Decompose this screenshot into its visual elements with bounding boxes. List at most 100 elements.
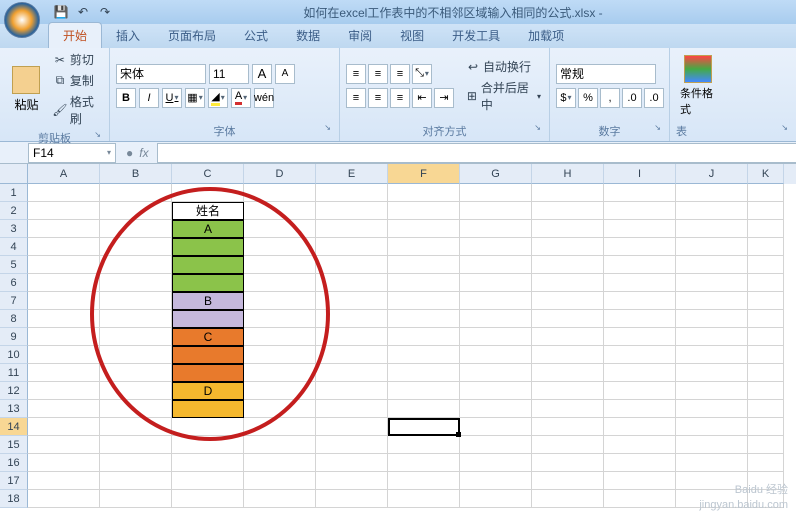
office-button[interactable] [4,2,40,38]
cell-C5[interactable] [172,256,244,274]
cell-E12[interactable] [316,382,388,400]
cell-I18[interactable] [604,490,676,508]
cell-G5[interactable] [460,256,532,274]
row-header-15[interactable]: 15 [0,436,28,454]
cell-A6[interactable] [28,274,100,292]
cell-I13[interactable] [604,400,676,418]
cell-K16[interactable] [748,454,784,472]
cell-A8[interactable] [28,310,100,328]
cell-B9[interactable] [100,328,172,346]
cell-H2[interactable] [532,202,604,220]
cell-A16[interactable] [28,454,100,472]
cell-H14[interactable] [532,418,604,436]
cell-E8[interactable] [316,310,388,328]
align-center-button[interactable]: ≡ [368,88,388,108]
cell-E15[interactable] [316,436,388,454]
cell-E14[interactable] [316,418,388,436]
cell-D16[interactable] [244,454,316,472]
cell-K3[interactable] [748,220,784,238]
cell-B16[interactable] [100,454,172,472]
cell-F12[interactable] [388,382,460,400]
cell-E1[interactable] [316,184,388,202]
row-header-7[interactable]: 7 [0,292,28,310]
fx-icon[interactable]: fx [139,146,148,160]
cell-B15[interactable] [100,436,172,454]
cell-C4[interactable] [172,238,244,256]
cell-J3[interactable] [676,220,748,238]
cell-C15[interactable] [172,436,244,454]
cell-K13[interactable] [748,400,784,418]
cell-J5[interactable] [676,256,748,274]
cell-E11[interactable] [316,364,388,382]
cell-I1[interactable] [604,184,676,202]
cell-C2[interactable]: 姓名 [172,202,244,220]
cell-H3[interactable] [532,220,604,238]
row-header-17[interactable]: 17 [0,472,28,490]
row-header-3[interactable]: 3 [0,220,28,238]
cell-I15[interactable] [604,436,676,454]
font-color-button[interactable]: A [231,88,251,108]
col-header-B[interactable]: B [100,164,172,184]
cell-D11[interactable] [244,364,316,382]
cell-G6[interactable] [460,274,532,292]
cell-H10[interactable] [532,346,604,364]
cell-B2[interactable] [100,202,172,220]
cell-E7[interactable] [316,292,388,310]
cell-D9[interactable] [244,328,316,346]
tab-review[interactable]: 审阅 [334,23,386,48]
tab-formulas[interactable]: 公式 [230,23,282,48]
cell-J4[interactable] [676,238,748,256]
cell-C11[interactable] [172,364,244,382]
cell-G3[interactable] [460,220,532,238]
cell-K2[interactable] [748,202,784,220]
cell-F14[interactable] [388,418,460,436]
cell-F3[interactable] [388,220,460,238]
cell-D18[interactable] [244,490,316,508]
tab-developer[interactable]: 开发工具 [438,23,514,48]
cell-F1[interactable] [388,184,460,202]
cell-F17[interactable] [388,472,460,490]
cell-B4[interactable] [100,238,172,256]
row-header-6[interactable]: 6 [0,274,28,292]
cell-J7[interactable] [676,292,748,310]
merge-center-button[interactable]: ⊞合并后居中▾ [464,78,543,114]
cell-E5[interactable] [316,256,388,274]
cell-E9[interactable] [316,328,388,346]
cell-D1[interactable] [244,184,316,202]
cell-J8[interactable] [676,310,748,328]
cell-E6[interactable] [316,274,388,292]
cell-I14[interactable] [604,418,676,436]
cell-G11[interactable] [460,364,532,382]
row-header-1[interactable]: 1 [0,184,28,202]
cell-G15[interactable] [460,436,532,454]
cell-E17[interactable] [316,472,388,490]
cell-H12[interactable] [532,382,604,400]
cell-E3[interactable] [316,220,388,238]
align-right-button[interactable]: ≡ [390,88,410,108]
fill-color-button[interactable]: ◢ [208,88,228,108]
cell-D6[interactable] [244,274,316,292]
cell-H13[interactable] [532,400,604,418]
cell-G1[interactable] [460,184,532,202]
cell-A7[interactable] [28,292,100,310]
cell-H5[interactable] [532,256,604,274]
cell-I4[interactable] [604,238,676,256]
cell-H11[interactable] [532,364,604,382]
cell-F8[interactable] [388,310,460,328]
row-header-9[interactable]: 9 [0,328,28,346]
cell-A11[interactable] [28,364,100,382]
cell-A5[interactable] [28,256,100,274]
cell-B12[interactable] [100,382,172,400]
save-icon[interactable]: 💾 [52,3,70,21]
cell-H17[interactable] [532,472,604,490]
cell-J11[interactable] [676,364,748,382]
tab-view[interactable]: 视图 [386,23,438,48]
cell-C3[interactable]: A [172,220,244,238]
cell-C8[interactable] [172,310,244,328]
number-format-combo[interactable] [556,64,656,84]
cell-E18[interactable] [316,490,388,508]
cell-H16[interactable] [532,454,604,472]
conditional-format-button[interactable]: 条件格式 [676,50,720,121]
col-header-G[interactable]: G [460,164,532,184]
cell-E16[interactable] [316,454,388,472]
